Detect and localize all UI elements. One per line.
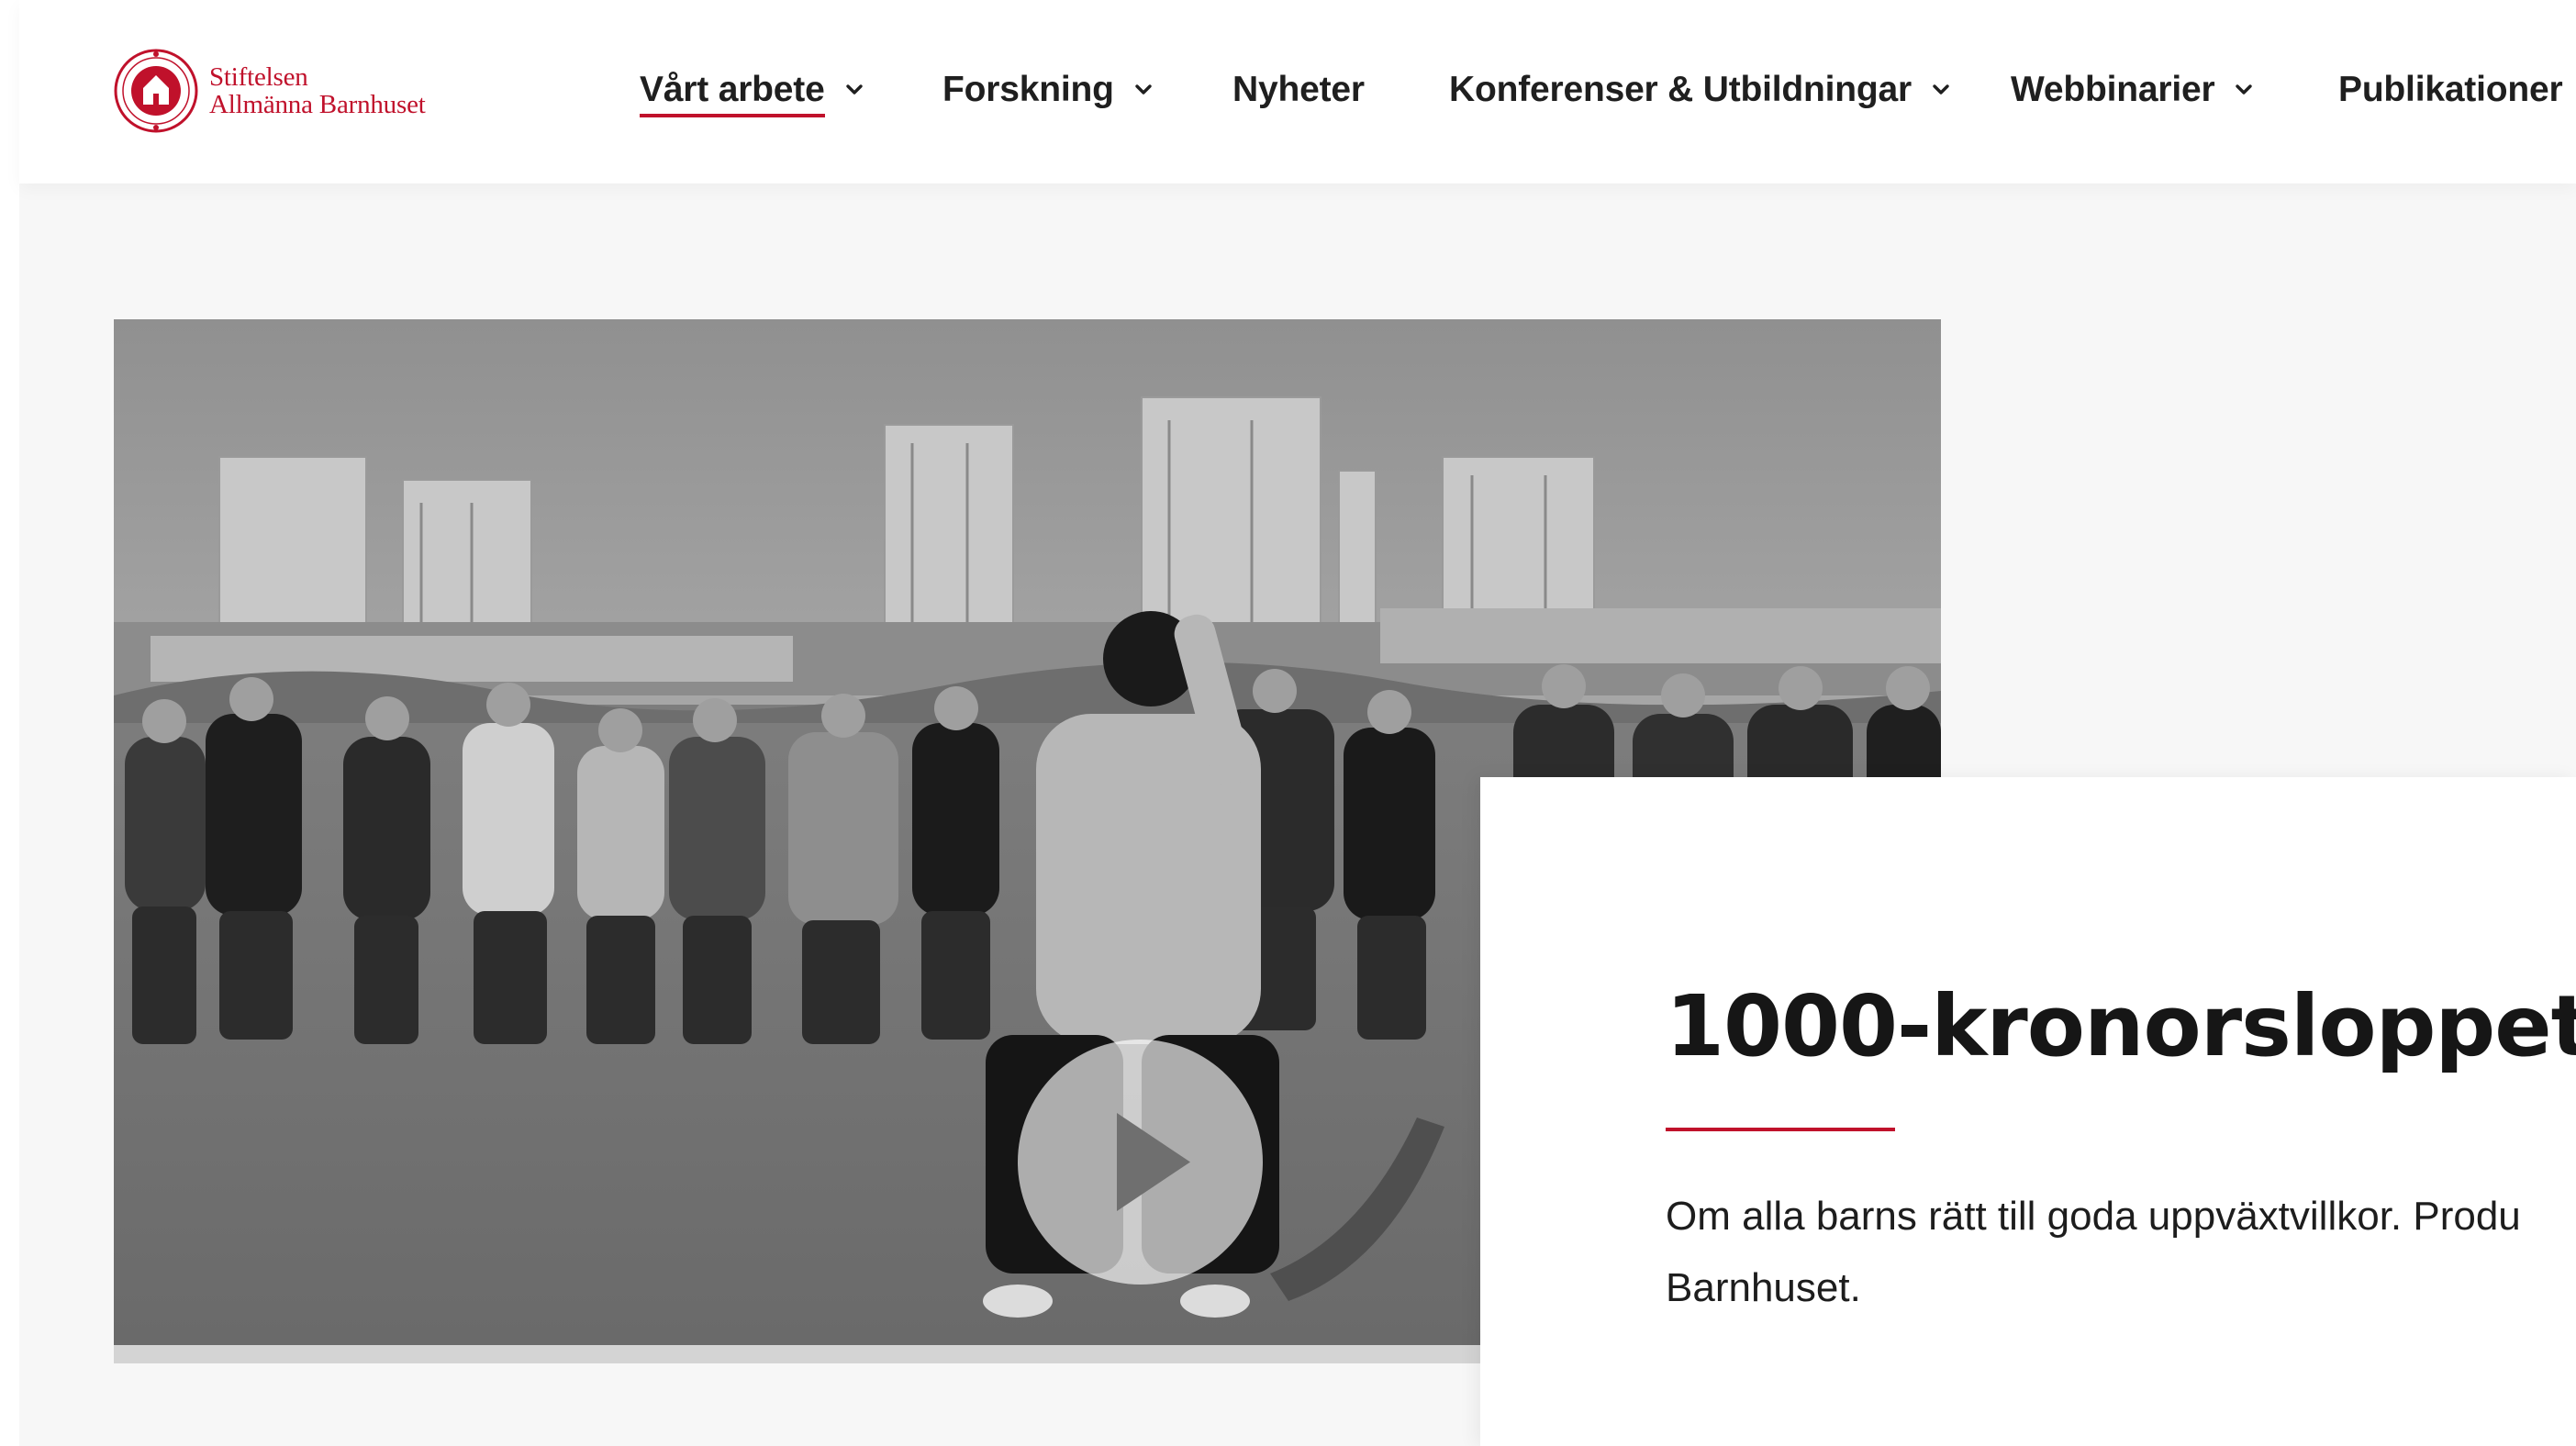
logo-wordmark: Stiftelsen Allmänna Barnhuset: [209, 63, 426, 118]
nav-label: Vårt arbete: [640, 70, 825, 117]
description-line-2: Barnhuset.: [1666, 1265, 1861, 1310]
logo-line-1: Stiftelsen: [209, 62, 308, 92]
video-description: Om alla barns rätt till goda uppväxtvill…: [1666, 1181, 2576, 1324]
chevron-down-icon: [1933, 84, 1949, 95]
play-icon: [1117, 1113, 1190, 1211]
nav-item-webbinarier[interactable]: Webbinarier: [2011, 70, 2253, 110]
nav-label: Publikationer: [2338, 70, 2563, 109]
title-divider: [1666, 1128, 1895, 1131]
nav-label: Forskning: [942, 70, 1114, 109]
site-header: Stiftelsen Allmänna Barnhuset Vårt arbet…: [19, 0, 2576, 184]
page-edge: [0, 0, 19, 1446]
nav-item-vart-arbete[interactable]: Vårt arbete: [640, 70, 864, 117]
nav-item-publikationer[interactable]: Publikationer: [2338, 70, 2563, 110]
chevron-down-icon: [1135, 84, 1152, 95]
nav-item-nyheter[interactable]: Nyheter: [1232, 70, 1365, 110]
nav-item-forskning[interactable]: Forskning: [942, 70, 1153, 110]
site-logo[interactable]: Stiftelsen Allmänna Barnhuset: [113, 40, 426, 141]
nav-label: Webbinarier: [2011, 70, 2215, 109]
description-line-1: Om alla barns rätt till goda uppväxtvill…: [1666, 1194, 2521, 1239]
nav-item-konferenser[interactable]: Konferenser & Utbildningar: [1449, 70, 1950, 110]
video-info-card: 1000-kronorsloppet Om alla barns rätt ti…: [1480, 777, 2576, 1446]
seal-icon: [114, 49, 198, 133]
video-title: 1000-kronorsloppet: [1666, 977, 2576, 1075]
nav-label: Konferenser & Utbildningar: [1449, 70, 1912, 109]
chevron-down-icon: [845, 84, 863, 95]
nav-label: Nyheter: [1232, 70, 1365, 109]
chevron-down-icon: [2236, 84, 2253, 95]
play-button[interactable]: [1018, 1040, 1263, 1285]
logo-line-2: Allmänna Barnhuset: [209, 90, 426, 119]
